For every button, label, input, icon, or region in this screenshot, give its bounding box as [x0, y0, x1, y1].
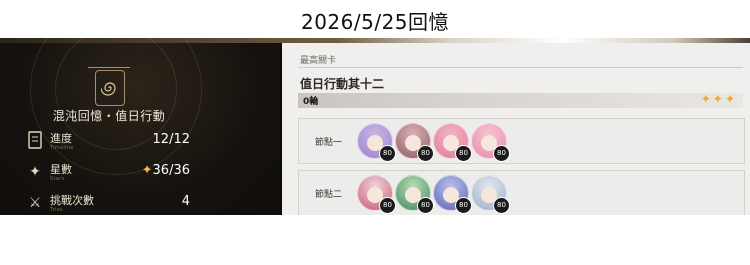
- character-avatar[interactable]: 80: [357, 175, 396, 214]
- character-avatar[interactable]: 80: [395, 123, 434, 162]
- level-badge: 80: [455, 145, 472, 162]
- level-badge: 80: [455, 197, 472, 214]
- stat-label: 進度: [50, 132, 72, 145]
- node-label: 節點二: [315, 190, 343, 200]
- character-avatar[interactable]: 80: [471, 175, 510, 214]
- stat-sublabel: Stars: [50, 176, 65, 182]
- node-label: 節點一: [315, 138, 343, 148]
- character-avatar[interactable]: 80: [433, 123, 472, 162]
- stat-progress: 進度 Timeline 12/12: [18, 129, 198, 157]
- gold-star-icon: ✦: [141, 163, 153, 178]
- stat-label: 挑戰次數: [50, 194, 94, 207]
- mode-title: 混沌回憶・值日行動: [52, 109, 166, 123]
- left-panel: 混沌回憶・值日行動 進度 Timeline 12/12 ✦ 星數 Stars ✦…: [0, 38, 280, 215]
- stat-sublabel: Timeline: [50, 145, 74, 151]
- section-label: 最高關卡: [300, 56, 337, 66]
- game-screen: 混沌回憶・值日行動 進度 Timeline 12/12 ✦ 星數 Stars ✦…: [0, 38, 750, 215]
- section-divider: [298, 67, 743, 68]
- blank-area: [0, 215, 750, 265]
- stat-sublabel: Tries: [50, 207, 63, 213]
- stat-value-stars: ✦36/36: [142, 163, 190, 178]
- level-badge: 80: [493, 197, 510, 214]
- level-badge: 80: [417, 145, 434, 162]
- character-avatar[interactable]: 80: [395, 175, 434, 214]
- stat-value: 4: [181, 194, 190, 209]
- character-avatar[interactable]: 80: [433, 175, 472, 214]
- page-title: 2026/5/25回憶: [300, 10, 450, 34]
- level-badge: 80: [379, 197, 396, 214]
- node-card-2[interactable]: 節點二 80 80 80 80: [298, 170, 745, 215]
- level-badge: 80: [417, 197, 434, 214]
- scroll-icon: [26, 131, 44, 151]
- stat-value: 36/36: [152, 163, 190, 178]
- stat-value: 12/12: [152, 132, 190, 147]
- stat-stars: ✦ 星數 Stars ✦36/36: [18, 160, 198, 188]
- rating-stars-icon: ✦✦✦: [700, 92, 737, 106]
- star-icon: ✦: [29, 164, 41, 180]
- round-bar: 0輪 ✦✦✦: [298, 92, 743, 108]
- right-panel: 最高關卡 值日行動其十二 0輪 ✦✦✦ 節點一 80 80 80 80 節點二 80 8…: [282, 43, 750, 215]
- level-name: 值日行動其十二: [300, 77, 385, 91]
- spiral-icon: [95, 70, 125, 106]
- stat-label: 星數: [50, 163, 72, 176]
- level-badge: 80: [379, 145, 396, 162]
- level-badge: 80: [493, 145, 510, 162]
- round-count: 0輪: [303, 97, 319, 107]
- crossed-swords-icon: ⚔: [28, 195, 42, 211]
- character-avatar[interactable]: 80: [357, 123, 396, 162]
- character-avatar[interactable]: 80: [471, 123, 510, 162]
- node-card-1[interactable]: 節點一 80 80 80 80: [298, 118, 745, 164]
- stat-tries: ⚔ 挑戰次數 Tries 4: [18, 191, 198, 215]
